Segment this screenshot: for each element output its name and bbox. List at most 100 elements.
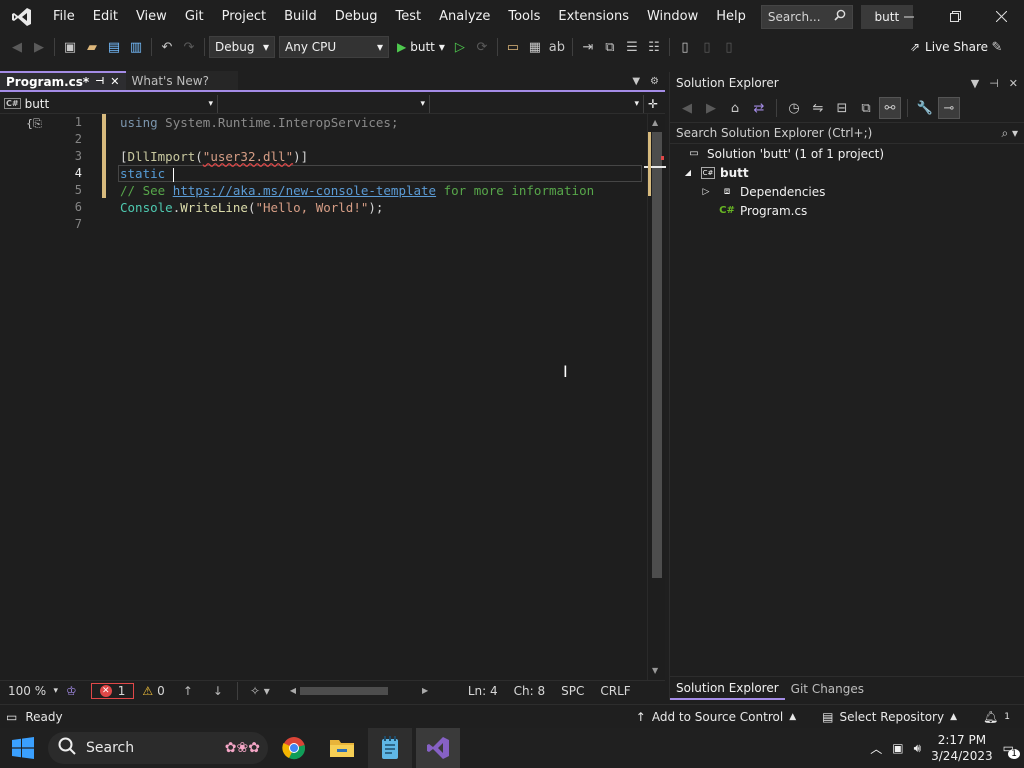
home-icon[interactable]: ⌂ [724, 97, 746, 119]
menu-view[interactable]: View [127, 0, 176, 33]
navigate-back-icon[interactable]: ◀ [6, 36, 28, 58]
member-dropdown[interactable]: ▾ [430, 94, 644, 113]
switch-views-icon[interactable]: ⇄ [748, 97, 770, 119]
type-dropdown[interactable]: ▾ [218, 94, 430, 113]
file-explorer-icon[interactable] [320, 728, 364, 768]
back-icon[interactable]: ◀ [676, 97, 698, 119]
tree-file-node[interactable]: C# Program.cs [670, 201, 1024, 220]
menu-tools[interactable]: Tools [499, 0, 549, 33]
volume-icon[interactable]: 🔊︎ [914, 741, 922, 756]
configuration-dropdown[interactable]: Debug ▾ [209, 36, 275, 58]
show-all-files-icon[interactable]: ⧉ [855, 97, 877, 119]
tree-dependencies-node[interactable]: ▷ ⧈ Dependencies [670, 182, 1024, 201]
tab-solution-explorer[interactable]: Solution Explorer [670, 678, 785, 700]
open-file-icon[interactable]: ▰ [81, 36, 103, 58]
bookmark-prev-icon[interactable]: ▯ [696, 36, 718, 58]
tab-program-cs[interactable]: Program.cs* ⊣ ✕ [0, 71, 126, 90]
menu-edit[interactable]: Edit [84, 0, 127, 33]
menu-test[interactable]: Test [387, 0, 431, 33]
layout-icon[interactable]: ▦ [524, 36, 546, 58]
hot-reload-icon[interactable]: ⟳ [471, 36, 493, 58]
compare-icon[interactable]: ⧉ [599, 36, 621, 58]
bookmark-icon[interactable]: ▯ [674, 36, 696, 58]
redo-icon[interactable]: ↷ [178, 36, 200, 58]
pending-changes-icon[interactable]: ◷ [783, 97, 805, 119]
split-editor-icon[interactable]: ✛ [644, 97, 658, 111]
undo-icon[interactable]: ↶ [156, 36, 178, 58]
new-project-icon[interactable]: ▣ [59, 36, 81, 58]
solution-search-input[interactable]: Search Solution Explorer (Ctrl+;) ⌕ ▾ [670, 122, 1024, 144]
uncomment-icon[interactable]: ☷ [643, 36, 665, 58]
save-all-icon[interactable]: ▥ [125, 36, 147, 58]
search-icon[interactable]: ⌕ ▾ [1001, 126, 1018, 141]
copilot-icon[interactable]: ♔ [66, 684, 91, 698]
taskbar-clock[interactable]: 2:17 PM 3/24/2023 [931, 732, 993, 764]
scroll-down-icon[interactable]: ▼ [652, 666, 658, 675]
scroll-right-icon[interactable]: ▶ [422, 686, 428, 695]
bookmark-next-icon[interactable]: ▯ [718, 36, 740, 58]
live-share-button[interactable]: ⇗ Live Share [910, 40, 988, 54]
collapse-all-icon[interactable]: ⊟ [831, 97, 853, 119]
menu-extensions[interactable]: Extensions [549, 0, 638, 33]
menu-file[interactable]: File [44, 0, 84, 33]
panel-options-icon[interactable]: ▼ [971, 77, 979, 90]
sync-icon[interactable]: ⇋ [807, 97, 829, 119]
editor-horizontal-scrollbar[interactable]: ◀ ▶ [290, 686, 450, 696]
chrome-icon[interactable] [272, 728, 316, 768]
filter-icon[interactable]: ⚯ [879, 97, 901, 119]
tree-solution-node[interactable]: ▭ Solution 'butt' (1 of 1 project) [670, 144, 1024, 163]
taskbar-search-box[interactable]: Search ✿❀✿ [48, 732, 268, 764]
close-icon[interactable]: ✕ [110, 75, 119, 88]
menu-project[interactable]: Project [213, 0, 275, 33]
platform-dropdown[interactable]: Any CPU ▾ [279, 36, 389, 58]
windows-start-icon[interactable] [0, 728, 46, 768]
properties-icon[interactable]: 🔧 [914, 97, 936, 119]
tray-overflow-icon[interactable]: ︿ [870, 740, 882, 757]
step-icon[interactable]: ⇥ [577, 36, 599, 58]
menu-debug[interactable]: Debug [326, 0, 387, 33]
start-debugging-button[interactable]: ▶ butt ▾ [393, 40, 449, 54]
select-repository-button[interactable]: ▤ Select Repository ▲ [822, 710, 957, 724]
notification-center-icon[interactable]: ▭ 1 [1003, 741, 1020, 759]
quick-actions-icon[interactable]: {⎘ [26, 117, 42, 131]
menu-window[interactable]: Window [638, 0, 707, 33]
expanded-arrow-icon[interactable]: ◢ [680, 165, 696, 181]
add-to-source-control-button[interactable]: ↑ Add to Source Control ▲ [636, 710, 796, 724]
line-indicator[interactable]: Ln: 4 [460, 681, 506, 701]
scroll-left-icon[interactable]: ◀ [290, 686, 296, 695]
navigate-forward-icon[interactable]: ▶ [28, 36, 50, 58]
notifications-button[interactable]: 🔔︎ 1 [983, 710, 1010, 724]
zoom-dropdown[interactable]: 100 % ▾ [0, 681, 66, 701]
whitespace-indicator[interactable]: SPC [553, 681, 592, 701]
network-icon[interactable]: ▣ [892, 741, 903, 755]
gear-icon[interactable]: ⚙ [650, 76, 659, 87]
menu-help[interactable]: Help [707, 0, 755, 33]
scrollbar-thumb[interactable] [300, 686, 388, 695]
column-indicator[interactable]: Ch: 8 [506, 681, 553, 701]
feedback-icon[interactable]: ✎ [986, 36, 1008, 58]
start-without-debugging-icon[interactable]: ▷ [449, 36, 471, 58]
global-search-box[interactable]: Search... [760, 4, 853, 29]
close-icon[interactable]: ✕ [1009, 77, 1018, 90]
scrollbar-thumb[interactable] [652, 132, 662, 578]
preview-icon[interactable]: ⊸ [938, 97, 960, 119]
tab-git-changes[interactable]: Git Changes [785, 678, 870, 700]
code-cleanup-icon[interactable]: ✧ ▾ [242, 684, 278, 698]
collapsed-arrow-icon[interactable]: ▷ [698, 184, 714, 200]
tab-whats-new[interactable]: What's New? [125, 71, 238, 90]
menu-build[interactable]: Build [275, 0, 326, 33]
close-icon[interactable] [978, 0, 1024, 33]
spell-check-icon[interactable]: ab [546, 36, 568, 58]
editor-vertical-scrollbar[interactable]: ▲ ▼ [644, 114, 666, 680]
forward-icon[interactable]: ▶ [700, 97, 722, 119]
scroll-up-icon[interactable]: ▲ [652, 118, 658, 127]
tab-overflow-icon[interactable]: ▼ [632, 76, 640, 87]
tree-project-node[interactable]: ◢ C# butt [670, 163, 1024, 182]
error-count-button[interactable]: ✕ 1 [90, 682, 135, 699]
project-dropdown[interactable]: C# butt ▾ [0, 94, 218, 113]
next-issue-icon[interactable]: ↓ [203, 684, 233, 698]
menu-git[interactable]: Git [176, 0, 213, 33]
save-icon[interactable]: ▤ [103, 36, 125, 58]
line-ending-indicator[interactable]: CRLF [592, 681, 638, 701]
restore-icon[interactable] [932, 0, 978, 33]
